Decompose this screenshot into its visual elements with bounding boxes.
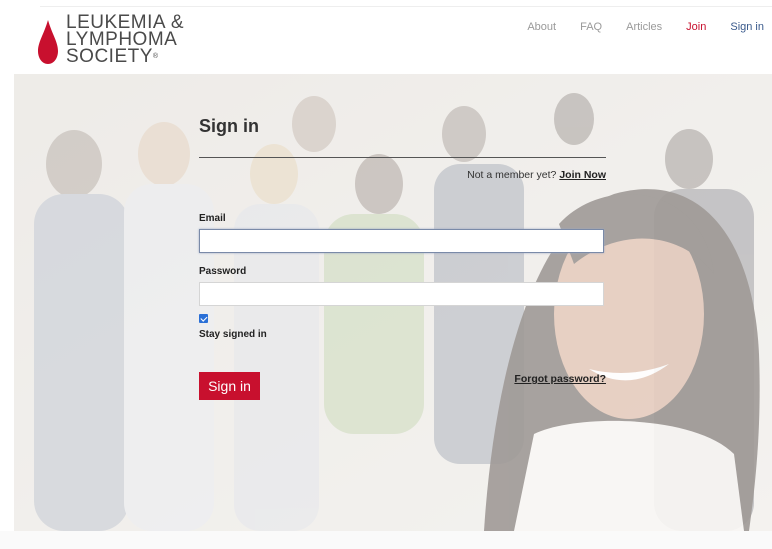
- blood-drop-icon: [38, 20, 58, 64]
- lls-logo[interactable]: LEUKEMIA & LYMPHOMA SOCIETY®: [38, 13, 208, 72]
- bottom-band: [0, 531, 772, 549]
- nav-articles[interactable]: Articles: [626, 21, 662, 33]
- page-title: Sign in: [199, 116, 259, 136]
- forgot-password-link[interactable]: Forgot password?: [514, 373, 606, 385]
- email-field[interactable]: [199, 229, 604, 253]
- logo-line-3: SOCIETY®: [66, 46, 159, 67]
- nav-about[interactable]: About: [527, 21, 556, 33]
- nav-join[interactable]: Join: [686, 21, 706, 33]
- sign-in-form: Sign in Not a member yet? Join Now Email…: [199, 112, 606, 400]
- logo-wordmark: LEUKEMIA & LYMPHOMA SOCIETY®: [66, 13, 184, 67]
- stay-signed-in-label: Stay signed in: [199, 329, 267, 340]
- join-now-link[interactable]: Join Now: [559, 169, 606, 181]
- member-prompt: Not a member yet? Join Now: [467, 169, 606, 181]
- password-field[interactable]: [199, 282, 604, 306]
- member-prompt-text: Not a member yet?: [467, 169, 557, 181]
- stay-signed-in-checkbox[interactable]: [199, 314, 208, 323]
- title-divider: [199, 157, 606, 158]
- sign-in-button[interactable]: Sign in: [199, 372, 260, 400]
- nav-faq[interactable]: FAQ: [580, 21, 602, 33]
- email-label: Email: [199, 213, 226, 224]
- password-label: Password: [199, 266, 247, 277]
- nav-sign-in[interactable]: Sign in: [730, 21, 764, 33]
- top-nav: About FAQ Articles Join Sign in: [503, 21, 764, 33]
- top-divider: [40, 6, 772, 7]
